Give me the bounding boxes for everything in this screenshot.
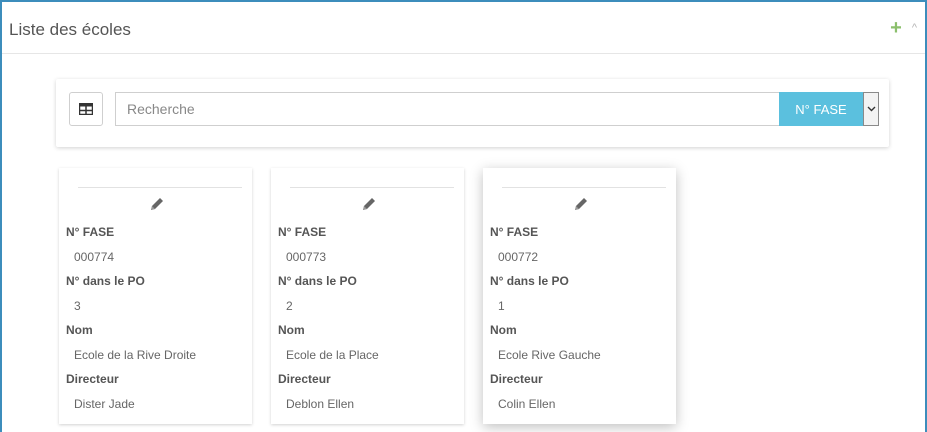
directeur-label: Directeur [278,372,331,386]
panel-header: Liste des écoles + ^ [2,2,925,54]
po-label: N° dans le PO [490,274,569,288]
directeur-value: Deblon Ellen [286,397,355,411]
school-card: N° FASE 000774 N° dans le PO 3 Nom Ecole… [59,168,252,424]
chevron-up-icon[interactable]: ^ [912,20,917,36]
schools-panel: Liste des écoles + ^ N° FASE [0,0,927,432]
directeur-label: Directeur [490,372,543,386]
school-card: N° FASE 000772 N° dans le PO 1 Nom Ecole… [483,168,676,424]
panel-tools: + ^ [890,18,917,38]
chevron-down-icon [867,106,875,112]
search-field-dropdown[interactable] [863,92,879,126]
po-value: 2 [286,299,293,313]
pencil-icon[interactable] [148,195,166,213]
fase-value: 000774 [74,250,115,264]
nom-label: Nom [66,323,93,337]
card-divider [78,187,242,188]
fase-label: N° FASE [66,225,115,239]
nom-value: Ecole Rive Gauche [498,348,601,362]
nom-value: Ecole de la Place [286,348,379,362]
pencil-icon[interactable] [572,195,590,213]
view-toggle-button[interactable] [69,92,103,126]
directeur-label: Directeur [66,372,119,386]
po-label: N° dans le PO [66,274,145,288]
table-icon [79,103,93,115]
fase-value: 000773 [286,250,327,264]
nom-value: Ecole de la Rive Droite [74,348,197,362]
po-value: 1 [498,299,505,313]
directeur-value: Colin Ellen [498,397,556,411]
search-field-button[interactable]: N° FASE [779,92,863,126]
card-divider [502,187,666,188]
fase-value: 000772 [498,250,539,264]
directeur-value: Dister Jade [74,397,135,411]
search-bar: N° FASE [56,79,889,147]
panel-title: Liste des écoles [9,20,131,39]
fase-label: N° FASE [490,225,539,239]
search-input[interactable] [115,92,779,126]
school-card: N° FASE 000773 N° dans le PO 2 Nom Ecole… [271,168,464,424]
po-label: N° dans le PO [278,274,357,288]
plus-icon[interactable]: + [890,18,902,38]
fase-label: N° FASE [278,225,327,239]
po-value: 3 [74,299,81,313]
card-divider [290,187,454,188]
pencil-icon[interactable] [360,195,378,213]
nom-label: Nom [490,323,517,337]
nom-label: Nom [278,323,305,337]
